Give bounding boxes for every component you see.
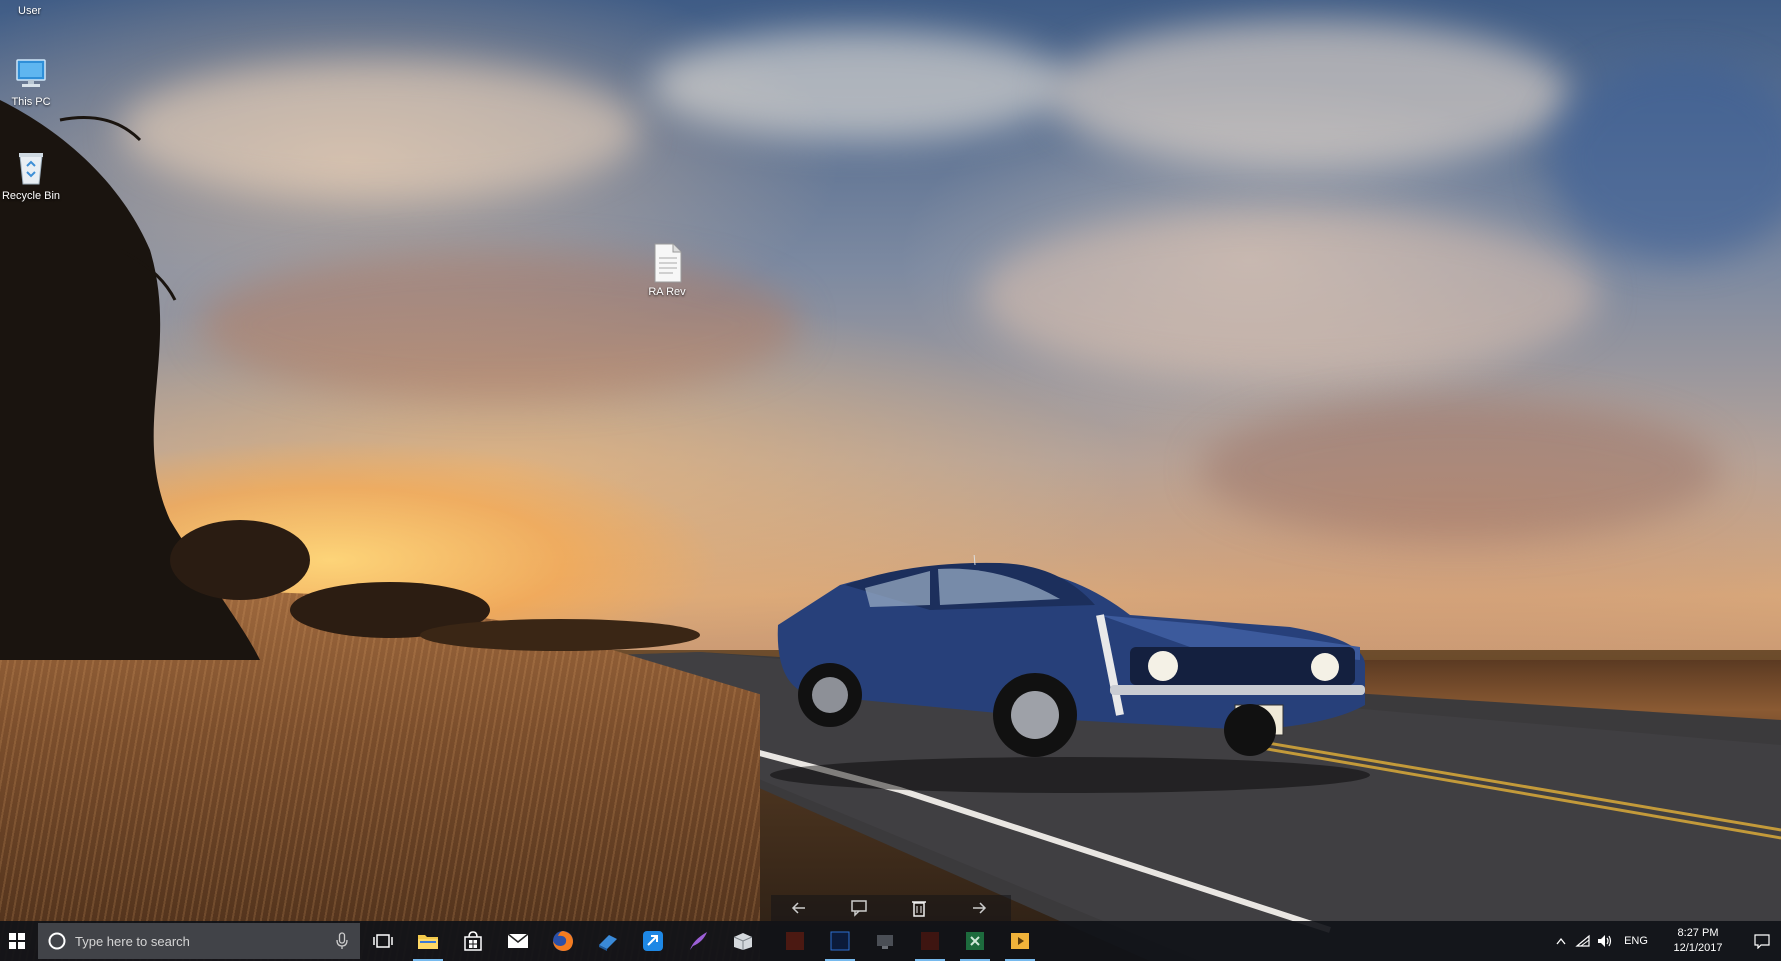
- search-box[interactable]: Type here to search: [38, 923, 360, 959]
- volume-button[interactable]: [1595, 921, 1615, 961]
- books-app-button[interactable]: [587, 921, 629, 961]
- media-icon: [1011, 933, 1029, 949]
- ra-rev-label: RA Rev: [648, 286, 686, 298]
- clock: 8:27 PM 12/1/2017: [1674, 926, 1723, 956]
- quill-app-button[interactable]: [677, 921, 719, 961]
- this-pc-label: This PC: [11, 96, 51, 108]
- taskbar: Type here to search ENG 8:27 PM 12/1/201…: [0, 921, 1781, 961]
- excel-button[interactable]: [954, 921, 996, 961]
- start-button[interactable]: [0, 921, 34, 961]
- trees: [0, 100, 700, 660]
- folder-icon: [418, 935, 438, 949]
- red-app-icon: [786, 932, 804, 950]
- recycle-bin-shortcut[interactable]: Recycle Bin: [0, 148, 66, 202]
- box-icon: [733, 933, 753, 950]
- red-app-icon: [921, 932, 939, 950]
- forward-arrow-icon[interactable]: [969, 899, 989, 917]
- task-view-button[interactable]: [362, 921, 404, 961]
- mail-icon: [507, 933, 529, 948]
- chevron-up-icon: [1556, 937, 1566, 945]
- trash-icon[interactable]: [909, 899, 929, 917]
- recycle-bin-label: Recycle Bin: [1, 190, 61, 202]
- media-button[interactable]: [999, 921, 1041, 961]
- car: [770, 555, 1370, 793]
- monitor-app-button[interactable]: [864, 921, 906, 961]
- user-folder-label[interactable]: User: [18, 5, 41, 17]
- search-placeholder: Type here to search: [75, 933, 190, 949]
- store-icon: [464, 931, 482, 951]
- system-tray: ENG 8:27 PM 12/1/2017: [1551, 921, 1781, 961]
- firefox-icon: [553, 931, 573, 951]
- back-arrow-icon[interactable]: [789, 899, 809, 917]
- red-app-2-button[interactable]: [909, 921, 951, 961]
- speaker-icon: [1598, 935, 1612, 947]
- windows-logo-icon: [9, 933, 25, 949]
- document-icon: [654, 243, 682, 283]
- red-app-button[interactable]: [774, 921, 816, 961]
- excel-icon: [966, 932, 984, 950]
- desktop-wallpaper: [0, 0, 1781, 961]
- this-pc-shortcut[interactable]: This PC: [0, 54, 66, 108]
- photoshop-button[interactable]: [819, 921, 861, 961]
- input-language-button[interactable]: ENG: [1619, 921, 1653, 961]
- task-view-icon: [373, 934, 393, 948]
- monitor-app-icon: [877, 935, 893, 949]
- network-button[interactable]: [1573, 921, 1593, 961]
- box-app-button[interactable]: [722, 921, 764, 961]
- clock-button[interactable]: 8:27 PM 12/1/2017: [1663, 921, 1733, 961]
- date-text: 12/1/2017: [1673, 942, 1723, 954]
- cortana-icon: [48, 932, 66, 950]
- photoshop-icon: [830, 931, 850, 951]
- mail-button[interactable]: [497, 921, 539, 961]
- wifi-icon: [1575, 934, 1590, 947]
- quill-icon: [690, 932, 707, 950]
- time-text: 8:27 PM: [1677, 927, 1719, 939]
- file-explorer-button[interactable]: [407, 921, 449, 961]
- firefox-button[interactable]: [542, 921, 584, 961]
- action-center-button[interactable]: [1747, 921, 1777, 961]
- microphone-icon[interactable]: [336, 932, 348, 950]
- arrow-app-button[interactable]: [632, 921, 674, 961]
- show-hidden-icons-button[interactable]: [1551, 921, 1571, 961]
- store-button[interactable]: [452, 921, 494, 961]
- arrow-app-icon: [643, 931, 663, 951]
- recycle-bin-icon: [19, 153, 43, 185]
- notification-icon: [1754, 934, 1770, 949]
- computer-icon: [16, 59, 46, 87]
- chat-icon[interactable]: [849, 899, 869, 917]
- timeline-strip: [771, 895, 1011, 921]
- books-icon: [599, 935, 617, 951]
- ra-rev-file[interactable]: RA Rev: [632, 242, 702, 298]
